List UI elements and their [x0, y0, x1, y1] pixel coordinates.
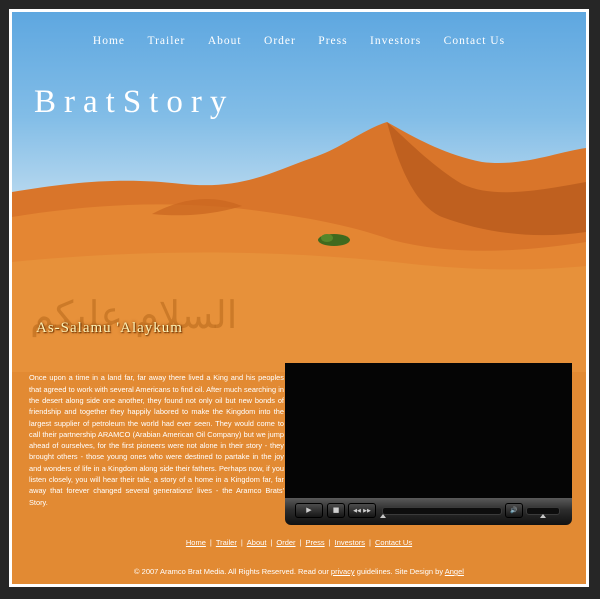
nav-press[interactable]: Press [318, 35, 347, 47]
next-icon: ▶▶ [363, 508, 371, 514]
footer-nav: Home | Trailer | About | Order | Press | Investors… [12, 538, 586, 547]
footer-link-trailer[interactable]: Trailer [216, 538, 237, 547]
divider: | [270, 538, 273, 547]
nav-about[interactable]: About [208, 35, 242, 47]
seek-handle[interactable] [380, 514, 386, 518]
video-screen[interactable] [285, 363, 572, 498]
player-controls: ▶ ■ ◀◀ ▶▶ 🔊 [285, 498, 572, 525]
footer-link-home[interactable]: Home [186, 538, 206, 547]
designer-link[interactable]: Angel [445, 567, 464, 576]
divider: | [299, 538, 302, 547]
greeting-title: As-Salamu 'Alaykum [36, 320, 183, 336]
seek-bar[interactable] [380, 507, 502, 518]
divider: | [209, 538, 212, 547]
site-title: BratStory [34, 84, 235, 120]
volume-handle[interactable] [540, 514, 546, 518]
rewind-forward-button[interactable]: ◀◀ ▶▶ [348, 503, 376, 518]
footer-link-press[interactable]: Press [305, 538, 324, 547]
nav-contact-us[interactable]: Contact Us [444, 35, 505, 47]
copyright-notice: © 2007 Aramco Brat Media. All Rights Res… [12, 567, 586, 576]
play-icon: ▶ [306, 506, 312, 514]
video-player: ▶ ■ ◀◀ ▶▶ 🔊 [285, 363, 572, 525]
footer-link-about[interactable]: About [247, 538, 267, 547]
volume-slider[interactable] [526, 507, 560, 518]
page-frame: Home Trailer About Order Press Investors… [9, 9, 589, 587]
divider: | [328, 538, 331, 547]
stop-icon: ■ [332, 506, 340, 514]
volume-button[interactable]: 🔊 [505, 503, 523, 518]
divider: | [240, 538, 243, 547]
footer-link-order[interactable]: Order [276, 538, 295, 547]
nav-investors[interactable]: Investors [370, 35, 421, 47]
nav-order[interactable]: Order [264, 35, 296, 47]
privacy-link[interactable]: privacy [331, 567, 355, 576]
divider: | [369, 538, 371, 547]
story-text: Once upon a time in a land far, far away… [29, 373, 284, 507]
footer-link-contact-us[interactable]: Contact Us [375, 538, 412, 547]
nav-home[interactable]: Home [93, 35, 125, 47]
footer-link-investors[interactable]: Investors [335, 538, 365, 547]
main-nav: Home Trailer About Order Press Investors… [12, 31, 586, 49]
prev-icon: ◀◀ [353, 508, 361, 514]
play-button[interactable]: ▶ [295, 503, 323, 518]
stop-button[interactable]: ■ [327, 503, 345, 518]
speaker-icon: 🔊 [510, 507, 518, 514]
copyright-text: © 2007 Aramco Brat Media. All Rights Res… [134, 567, 331, 576]
nav-trailer[interactable]: Trailer [147, 35, 185, 47]
copyright-text-mid: guidelines. Site Design by [354, 567, 445, 576]
